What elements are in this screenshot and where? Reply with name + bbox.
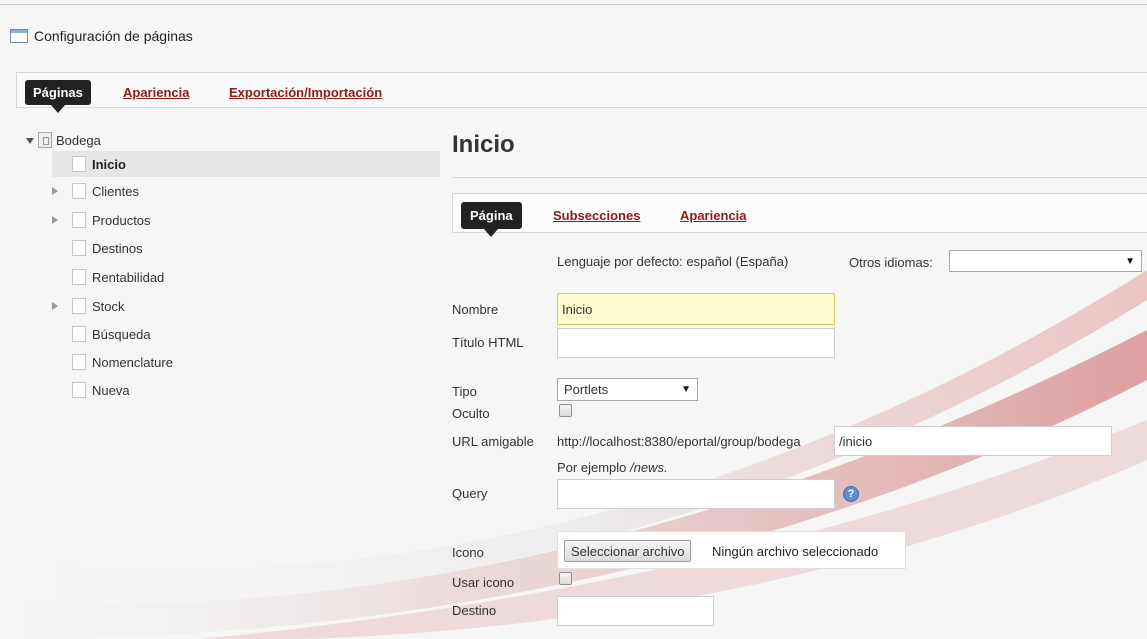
- url-hint-example: /news.: [629, 460, 668, 475]
- tree-item-nueva[interactable]: Nueva: [52, 377, 440, 403]
- query-field[interactable]: [557, 479, 835, 509]
- tab-paginas[interactable]: Páginas: [25, 80, 91, 113]
- oculto-label: Oculto: [452, 406, 490, 421]
- nombre-field[interactable]: Inicio: [557, 293, 835, 325]
- tree-item-label: Nueva: [92, 382, 130, 398]
- tree-item-label: Clientes: [92, 183, 139, 199]
- usar-icono-label: Usar icono: [452, 575, 515, 590]
- tree-item-label: Nomenclature: [92, 354, 173, 370]
- document-icon: [72, 298, 86, 314]
- dropdown-caret-icon: ▼: [1125, 255, 1135, 267]
- tree-item-label: Productos: [92, 212, 151, 228]
- document-icon: [72, 156, 86, 172]
- destino-label: Destino: [452, 603, 497, 618]
- document-icon: [72, 269, 86, 285]
- query-label: Query: [452, 486, 488, 501]
- top-divider: [0, 4, 1147, 5]
- tree-item-label: Búsqueda: [92, 326, 151, 342]
- page-heading: Inicio: [452, 131, 515, 158]
- tree-item-rentabilidad[interactable]: Rentabilidad: [52, 264, 440, 290]
- titulo-html-label: Título HTML: [452, 335, 524, 350]
- page-header: Configuración de páginas: [10, 28, 193, 44]
- tree-root[interactable]: Bodega: [26, 132, 101, 148]
- document-icon: [72, 354, 86, 370]
- page-title: Configuración de páginas: [34, 28, 193, 44]
- heading-divider: [452, 177, 1147, 178]
- expand-arrow-icon[interactable]: [52, 187, 58, 195]
- url-amigable-field[interactable]: /inicio: [834, 426, 1112, 456]
- tree-item-label: Rentabilidad: [92, 269, 165, 285]
- nombre-value: Inicio: [562, 301, 593, 317]
- tab-exportacion-importacion[interactable]: Exportación/Importación: [229, 85, 382, 100]
- other-languages-label: Otros idiomas:: [849, 255, 933, 270]
- tipo-value: Portlets: [564, 382, 609, 397]
- expand-arrow-icon[interactable]: [52, 216, 58, 224]
- tree-item-label: Inicio: [92, 156, 126, 172]
- window-icon: [10, 29, 28, 43]
- icono-label: Icono: [452, 545, 484, 560]
- oculto-checkbox[interactable]: [559, 404, 572, 417]
- document-icon: [72, 382, 86, 398]
- tree-item-destinos[interactable]: Destinos: [52, 235, 440, 261]
- tab-apariencia-pagina[interactable]: Apariencia: [680, 208, 746, 223]
- document-icon: [72, 183, 86, 199]
- tree-item-stock[interactable]: Stock: [52, 293, 440, 319]
- nombre-label: Nombre: [452, 302, 499, 317]
- tab-pagina[interactable]: Página: [461, 202, 522, 237]
- main-tab-bar: Páginas Apariencia Exportación/Importaci…: [16, 72, 1147, 113]
- tree-item-busqueda[interactable]: Búsqueda: [52, 321, 440, 347]
- tab-subsecciones[interactable]: Subsecciones: [553, 208, 640, 223]
- titulo-html-field[interactable]: [557, 328, 835, 358]
- url-hint-prefix: Por ejemplo: [557, 460, 630, 475]
- url-amigable-label: URL amigable: [452, 434, 534, 449]
- tree-item-inicio[interactable]: Inicio: [52, 151, 440, 177]
- default-language-text: Lenguaje por defecto: español (España): [557, 254, 789, 269]
- tree-item-label: Destinos: [92, 240, 143, 256]
- tab-apariencia[interactable]: Apariencia: [123, 85, 189, 100]
- tipo-select[interactable]: Portlets ▼: [557, 378, 698, 401]
- document-icon: [72, 212, 86, 228]
- icono-file-input[interactable]: Seleccionar archivo Ningún archivo selec…: [557, 531, 906, 569]
- tree-item-productos[interactable]: Productos: [52, 207, 440, 233]
- tree-item-label: Stock: [92, 298, 125, 314]
- detail-tab-bar: Página Subsecciones Apariencia: [452, 193, 1147, 237]
- url-prefix: http://localhost:8380/eportal/group/bode…: [557, 434, 801, 449]
- expand-arrow-icon[interactable]: [52, 302, 58, 310]
- collapse-arrow-icon[interactable]: [26, 138, 34, 144]
- url-hint: Por ejemplo /news.: [557, 460, 668, 475]
- tree-item-nomenclature[interactable]: Nomenclature: [52, 349, 440, 375]
- document-icon: [72, 326, 86, 342]
- tree-item-clientes[interactable]: Clientes: [52, 178, 440, 204]
- document-icon: [72, 240, 86, 256]
- destino-field[interactable]: [557, 596, 714, 626]
- site-icon: [38, 132, 52, 148]
- select-file-button[interactable]: Seleccionar archivo: [564, 540, 692, 562]
- other-languages-select[interactable]: ▼: [949, 250, 1142, 272]
- dropdown-caret-icon: ▼: [681, 384, 691, 395]
- help-icon[interactable]: ?: [843, 486, 859, 502]
- url-amigable-value: /inicio: [839, 433, 873, 449]
- tipo-label: Tipo: [452, 384, 477, 399]
- tree-root-label: Bodega: [56, 132, 101, 148]
- usar-icono-checkbox[interactable]: [559, 572, 572, 585]
- file-status-text: Ningún archivo seleccionado: [712, 544, 879, 559]
